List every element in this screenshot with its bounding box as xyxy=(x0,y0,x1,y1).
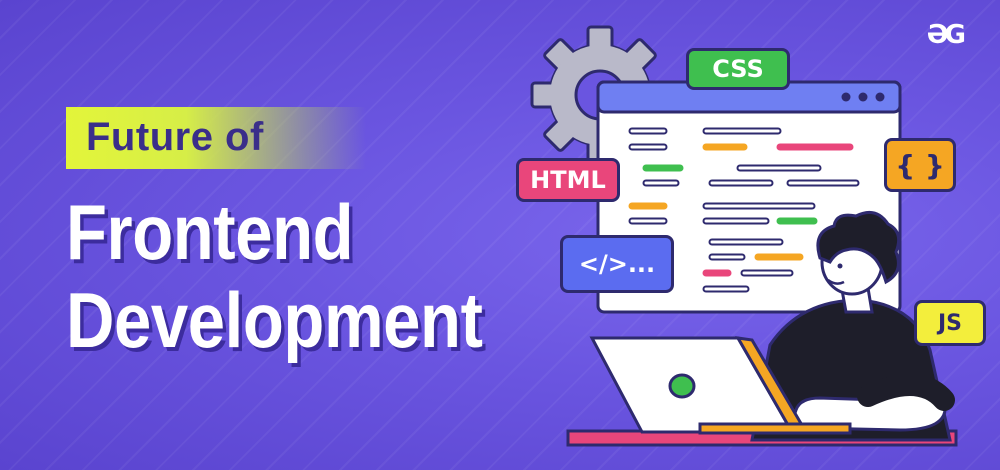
code-tag-badge: </>... xyxy=(560,235,674,293)
braces-badge: { } xyxy=(884,138,956,192)
js-badge: JS xyxy=(914,300,986,346)
html-badge: HTML xyxy=(516,158,620,202)
banner: ƏG Future of Frontend Development CSS HT… xyxy=(0,0,1000,470)
illustration xyxy=(530,25,958,447)
css-badge: CSS xyxy=(686,48,790,90)
